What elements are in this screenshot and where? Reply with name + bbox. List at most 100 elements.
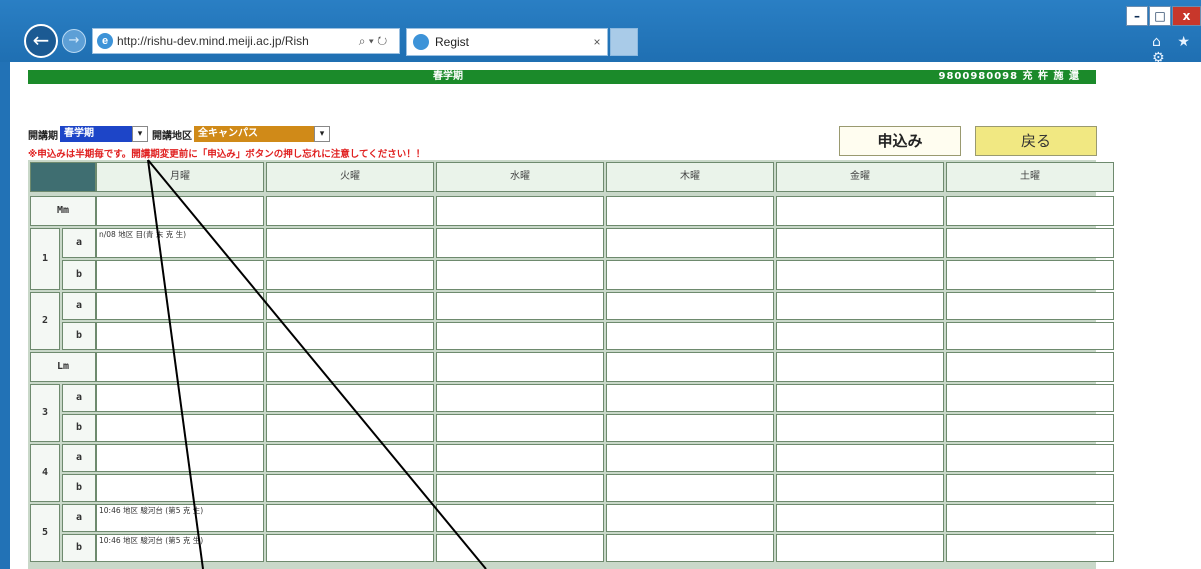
- slot-a[interactable]: [776, 384, 944, 412]
- page-favicon-icon: [413, 34, 429, 50]
- minimize-icon[interactable]: –: [1126, 6, 1148, 26]
- slot-b[interactable]: [606, 322, 774, 350]
- slot-a[interactable]: [606, 292, 774, 320]
- mm-slot[interactable]: [266, 196, 434, 226]
- area-label: 開講地区: [152, 130, 192, 142]
- slot-b[interactable]: [266, 260, 434, 290]
- slot-a[interactable]: [266, 384, 434, 412]
- slot-b[interactable]: [776, 322, 944, 350]
- lm-slot[interactable]: [776, 352, 944, 382]
- slot-a[interactable]: [96, 444, 264, 472]
- term-select-value[interactable]: 春学期: [60, 126, 132, 142]
- banner-user-info: 9800980098 充 杵 施 還: [938, 71, 1080, 82]
- slot-a[interactable]: [776, 504, 944, 532]
- slot-a[interactable]: [606, 384, 774, 412]
- window-frame: [0, 62, 10, 569]
- slot-a[interactable]: [606, 444, 774, 472]
- slot-b[interactable]: [946, 534, 1114, 562]
- slot-a[interactable]: [266, 504, 434, 532]
- slot-b[interactable]: [776, 534, 944, 562]
- slot-b[interactable]: 10:46 地区 駿河台 (第5 克 生): [96, 534, 264, 562]
- mm-slot[interactable]: [606, 196, 774, 226]
- lm-slot[interactable]: [946, 352, 1114, 382]
- area-select[interactable]: 全キャンパス ▾: [194, 126, 330, 142]
- slot-a[interactable]: [606, 504, 774, 532]
- slot-a[interactable]: [266, 292, 434, 320]
- tab-close-icon[interactable]: ×: [587, 35, 607, 49]
- slot-b[interactable]: [606, 260, 774, 290]
- slot-b[interactable]: [436, 322, 604, 350]
- lm-slot[interactable]: [436, 352, 604, 382]
- slot-b[interactable]: [776, 260, 944, 290]
- slot-a[interactable]: n/08 地区 目(青 末 克 生): [96, 228, 264, 258]
- mm-slot[interactable]: [776, 196, 944, 226]
- slot-a[interactable]: [436, 444, 604, 472]
- slot-a[interactable]: [96, 384, 264, 412]
- maximize-icon[interactable]: □: [1149, 6, 1171, 26]
- day-header: 月曜: [96, 162, 264, 192]
- slot-a[interactable]: [776, 292, 944, 320]
- chevron-down-icon[interactable]: ▾: [314, 126, 330, 142]
- lm-slot[interactable]: [266, 352, 434, 382]
- slot-a[interactable]: [946, 444, 1114, 472]
- slot-b[interactable]: [606, 534, 774, 562]
- chevron-down-icon[interactable]: ▾: [132, 126, 148, 142]
- slot-b[interactable]: [96, 474, 264, 502]
- forward-arrow-icon[interactable]: →: [62, 29, 86, 53]
- slot-a[interactable]: [776, 444, 944, 472]
- slot-b[interactable]: [96, 414, 264, 442]
- slot-a[interactable]: [436, 384, 604, 412]
- sub-period-a: a: [62, 228, 96, 258]
- sub-period-b: b: [62, 474, 96, 502]
- home-favorites-icon[interactable]: ⌂ ★ ⚙: [1152, 34, 1201, 66]
- slot-a[interactable]: [96, 292, 264, 320]
- slot-a[interactable]: [436, 292, 604, 320]
- back-arrow-icon[interactable]: ←: [24, 24, 58, 58]
- slot-b[interactable]: [436, 260, 604, 290]
- slot-b[interactable]: [946, 322, 1114, 350]
- slot-b[interactable]: [776, 414, 944, 442]
- slot-b[interactable]: [436, 414, 604, 442]
- slot-a[interactable]: [436, 228, 604, 258]
- lm-slot[interactable]: [606, 352, 774, 382]
- browser-tab[interactable]: Regist ×: [406, 28, 608, 56]
- slot-b[interactable]: [946, 414, 1114, 442]
- slot-b[interactable]: [436, 474, 604, 502]
- slot-b[interactable]: [946, 474, 1114, 502]
- area-select-value[interactable]: 全キャンパス: [194, 126, 314, 142]
- address-bar[interactable]: e http://rishu-dev.mind.meiji.ac.jp/Rish…: [92, 28, 400, 54]
- slot-b[interactable]: [606, 414, 774, 442]
- slot-a[interactable]: [606, 228, 774, 258]
- lm-slot[interactable]: [96, 352, 264, 382]
- slot-a[interactable]: [946, 504, 1114, 532]
- apply-button[interactable]: 申込み: [839, 126, 961, 156]
- slot-a[interactable]: 10:46 地区 駿河台 (第5 克 生): [96, 504, 264, 532]
- slot-b[interactable]: [266, 474, 434, 502]
- slot-a[interactable]: [946, 292, 1114, 320]
- slot-b[interactable]: [436, 534, 604, 562]
- slot-b[interactable]: [96, 322, 264, 350]
- new-tab-button[interactable]: [610, 28, 638, 56]
- slot-a[interactable]: [266, 228, 434, 258]
- mm-slot[interactable]: [946, 196, 1114, 226]
- back-button[interactable]: 戻る: [975, 126, 1097, 156]
- slot-b[interactable]: [96, 260, 264, 290]
- slot-b[interactable]: [266, 414, 434, 442]
- mm-slot[interactable]: [96, 196, 264, 226]
- slot-b[interactable]: [266, 322, 434, 350]
- address-url[interactable]: http://rishu-dev.mind.meiji.ac.jp/Rish: [117, 34, 347, 48]
- slot-a[interactable]: [946, 384, 1114, 412]
- slot-a[interactable]: [776, 228, 944, 258]
- slot-a[interactable]: [946, 228, 1114, 258]
- slot-b[interactable]: [266, 534, 434, 562]
- term-banner: 春学期 9800980098 充 杵 施 還: [28, 70, 1096, 84]
- slot-b[interactable]: [606, 474, 774, 502]
- term-select[interactable]: 春学期 ▾: [60, 126, 148, 142]
- close-window-icon[interactable]: x: [1172, 6, 1201, 26]
- slot-a[interactable]: [266, 444, 434, 472]
- slot-b[interactable]: [776, 474, 944, 502]
- search-refresh-icon[interactable]: ⌕ ▾ ↻: [347, 34, 399, 49]
- mm-slot[interactable]: [436, 196, 604, 226]
- slot-b[interactable]: [946, 260, 1114, 290]
- slot-a[interactable]: [436, 504, 604, 532]
